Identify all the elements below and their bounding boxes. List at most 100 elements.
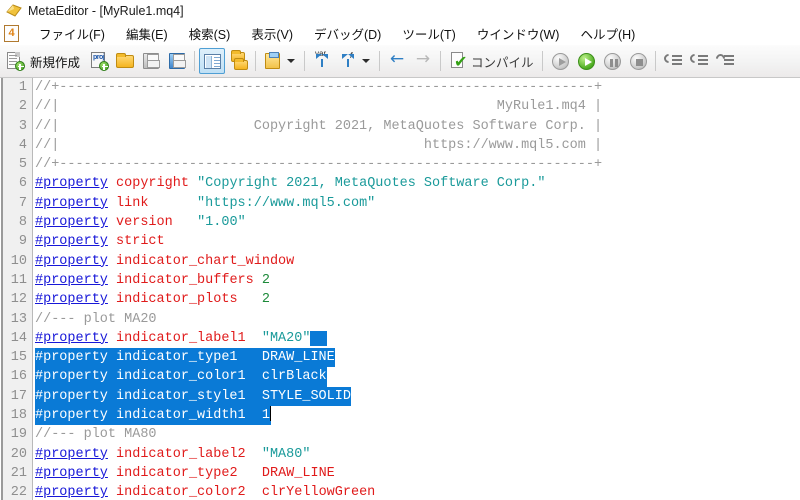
line-number: 15 bbox=[10, 350, 27, 366]
menu-window[interactable]: ウインドウ(W) bbox=[467, 22, 571, 45]
code-token: version bbox=[116, 215, 173, 231]
debug-history-button[interactable] bbox=[547, 48, 573, 74]
menu-view[interactable]: 表示(V) bbox=[241, 22, 304, 45]
code-line[interactable]: 10 #property indicator_chart_window bbox=[1, 252, 800, 271]
code-line[interactable]: 4 //| https://www.mql5.com | bbox=[1, 136, 800, 155]
save-button[interactable] bbox=[138, 48, 164, 74]
code-token: //| https://www.mql5.com | bbox=[35, 137, 603, 153]
new-file-button[interactable] bbox=[2, 48, 28, 74]
code-line[interactable]: 6 #property copyright "Copyright 2021, Me… bbox=[1, 174, 800, 193]
toggle-toolbox-button[interactable] bbox=[225, 48, 251, 74]
insert-variable-button[interactable]: var bbox=[309, 48, 335, 74]
stop-debug-button[interactable] bbox=[625, 48, 651, 74]
function-dropdown-caret[interactable] bbox=[362, 59, 371, 63]
code-line[interactable]: 13 //--- plot MA20 bbox=[1, 310, 800, 329]
code-line[interactable]: 12 #property indicator_plots 2 bbox=[1, 290, 800, 309]
insert-function-button[interactable]: f bbox=[335, 48, 361, 74]
compile-label[interactable]: コンパイル bbox=[471, 52, 538, 71]
code-text[interactable]: //--- plot MA20 bbox=[35, 310, 157, 329]
code-text[interactable]: #property indicator_label1 "MA20" bbox=[35, 329, 327, 348]
new-project-button[interactable]: proj bbox=[86, 48, 112, 74]
code-line[interactable]: 5 //+------------------------------------… bbox=[1, 155, 800, 174]
code-line[interactable]: 20 #property indicator_label2 "MA80" bbox=[1, 445, 800, 464]
code-token: indicator_label2 bbox=[116, 446, 246, 462]
compile-button[interactable]: ✔ bbox=[445, 48, 471, 74]
code-text[interactable]: #property link "https://www.mql5.com" bbox=[35, 194, 375, 213]
code-token: indicator_chart_window bbox=[116, 253, 295, 269]
code-text[interactable]: //| https://www.mql5.com | bbox=[35, 136, 602, 155]
code-line[interactable]: 2 //| MyRule1.mq4 | bbox=[1, 97, 800, 116]
line-number: 13 bbox=[10, 311, 27, 327]
open-folder-icon bbox=[115, 51, 135, 71]
code-line[interactable]: 16 #property indicator_color1 clrBlack bbox=[1, 367, 800, 387]
code-line[interactable]: 8 #property version "1.00" bbox=[1, 213, 800, 232]
code-text[interactable]: #property version "1.00" bbox=[35, 213, 246, 232]
code-token: #property bbox=[35, 292, 108, 308]
line-number: 9 bbox=[18, 234, 27, 250]
step-into-button[interactable] bbox=[660, 48, 686, 74]
line-number: 19 bbox=[10, 427, 27, 443]
code-line[interactable]: 19 //--- plot MA80 bbox=[1, 425, 800, 444]
code-text[interactable]: //--- plot MA80 bbox=[35, 425, 157, 444]
step-over-button[interactable] bbox=[686, 48, 712, 74]
pause-debug-button[interactable] bbox=[599, 48, 625, 74]
code-text[interactable]: #property indicator_type1 DRAW_LINE bbox=[35, 348, 335, 368]
code-line[interactable]: 17 #property indicator_style1 STYLE_SOLID bbox=[1, 386, 800, 407]
code-token: indicator_label1 bbox=[116, 330, 246, 346]
properties-dropdown-caret[interactable] bbox=[287, 59, 296, 63]
menu-search[interactable]: 検索(S) bbox=[179, 22, 242, 45]
code-line[interactable]: 11 #property indicator_buffers 2 bbox=[1, 271, 800, 290]
code-token: "1.00" bbox=[197, 215, 246, 231]
line-number: 2 bbox=[18, 99, 27, 115]
step-out-button[interactable] bbox=[712, 48, 738, 74]
menu-file[interactable]: ファイル(F) bbox=[29, 22, 116, 45]
code-line[interactable]: 3 //| Copyright 2021, MetaQuotes Software… bbox=[1, 117, 800, 136]
code-line[interactable]: 15 #property indicator_type1 DRAW_LINE bbox=[1, 348, 800, 368]
menu-tools[interactable]: ツール(T) bbox=[392, 22, 466, 45]
code-text[interactable]: #property indicator_buffers 2 bbox=[35, 271, 270, 290]
title-bar: MetaEditor - [MyRule1.mq4] bbox=[0, 0, 800, 22]
properties-button[interactable] bbox=[260, 48, 286, 74]
navigate-back-button[interactable] bbox=[384, 48, 410, 74]
save-all-button[interactable] bbox=[164, 48, 190, 74]
code-line[interactable]: 7 #property link "https://www.mql5.com" bbox=[1, 194, 800, 213]
code-text[interactable]: #property indicator_label2 "MA80" bbox=[35, 445, 310, 464]
step-into-icon bbox=[661, 51, 683, 71]
menu-help[interactable]: ヘルプ(H) bbox=[570, 22, 646, 45]
menu-edit[interactable]: 編集(E) bbox=[116, 22, 179, 45]
code-line[interactable]: 1 //+------------------------------------… bbox=[1, 78, 800, 97]
new-file-label[interactable]: 新規作成 bbox=[28, 52, 86, 71]
code-text[interactable]: //+-------------------------------------… bbox=[35, 78, 602, 97]
start-debug-button[interactable] bbox=[573, 48, 599, 74]
code-line[interactable]: 14 #property indicator_label1 "MA20" bbox=[1, 329, 800, 348]
code-lines-container[interactable]: 1 //+------------------------------------… bbox=[1, 78, 800, 500]
code-text[interactable]: #property indicator_width1 1 bbox=[35, 406, 272, 426]
code-text[interactable]: #property copyright "Copyright 2021, Met… bbox=[35, 174, 545, 193]
code-text[interactable]: #property indicator_chart_window bbox=[35, 252, 294, 271]
code-text[interactable]: #property indicator_color2 clrYellowGree… bbox=[35, 483, 375, 500]
code-text[interactable]: #property indicator_color1 clrBlack bbox=[35, 367, 327, 387]
code-text[interactable]: #property indicator_type2 DRAW_LINE bbox=[35, 464, 335, 483]
code-editor[interactable]: 1 //+------------------------------------… bbox=[0, 78, 800, 500]
navigate-forward-button[interactable] bbox=[410, 48, 436, 74]
code-line[interactable]: 22 #property indicator_color2 clrYellowGr… bbox=[1, 483, 800, 500]
code-text[interactable]: //| Copyright 2021, MetaQuotes Software … bbox=[35, 117, 602, 136]
code-text[interactable]: //+-------------------------------------… bbox=[35, 155, 602, 174]
code-text[interactable]: #property strict bbox=[35, 232, 165, 251]
toolbar-separator-3 bbox=[304, 51, 306, 71]
code-line[interactable]: 21 #property indicator_type2 DRAW_LINE bbox=[1, 464, 800, 483]
code-token: #property bbox=[35, 272, 108, 288]
code-line[interactable]: 9 #property strict bbox=[1, 232, 800, 251]
code-text[interactable]: //| MyRule1.mq4 | bbox=[35, 97, 602, 116]
toggle-navigator-button[interactable] bbox=[199, 48, 226, 74]
open-file-button[interactable] bbox=[112, 48, 138, 74]
menu-debug[interactable]: デバッグ(D) bbox=[304, 22, 392, 45]
save-all-floppy-icon bbox=[167, 51, 187, 71]
mql4-document-icon[interactable]: 4 bbox=[4, 25, 19, 42]
code-line[interactable]: 18 #property indicator_width1 1 bbox=[1, 406, 800, 426]
code-text[interactable]: #property indicator_plots 2 bbox=[35, 290, 270, 309]
code-text[interactable]: #property indicator_style1 STYLE_SOLID bbox=[35, 386, 351, 407]
